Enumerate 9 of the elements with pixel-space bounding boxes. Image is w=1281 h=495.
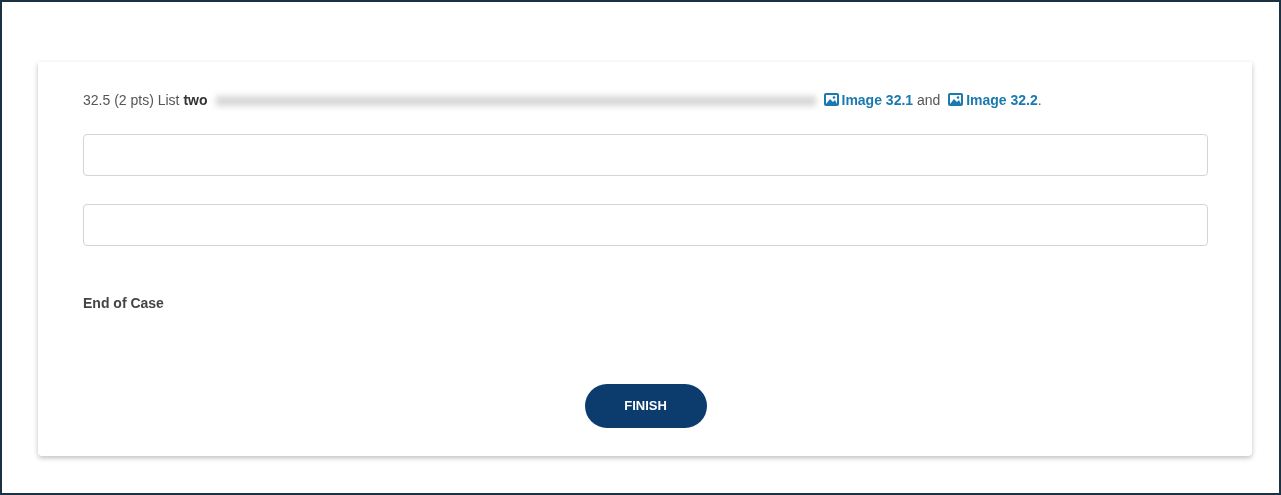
image-icon (823, 93, 839, 106)
section-end-label: End of Case (83, 294, 165, 313)
image-icon (948, 93, 964, 106)
answer-field[interactable] (83, 134, 1208, 176)
finish-button[interactable]: FINISH (584, 384, 707, 428)
image-link[interactable]: Image 32.1 (823, 92, 914, 108)
image-link[interactable]: Image 32.2 (948, 92, 1038, 108)
question-text: 32.5 (2 pts) List two Image 32.1 and Image 32.2. (83, 91, 1043, 110)
answer-field[interactable] (83, 204, 1208, 246)
